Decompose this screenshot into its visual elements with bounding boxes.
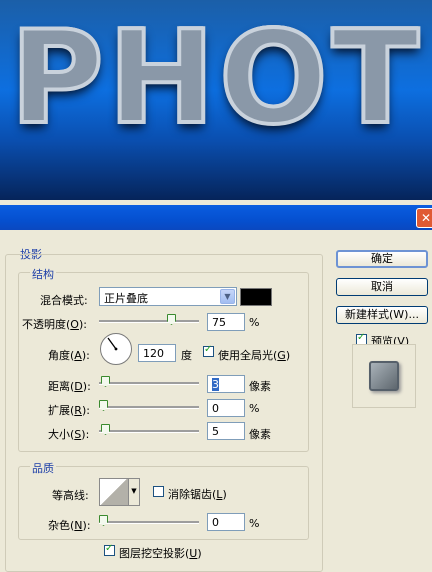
anti-alias-label: 消除锯齿(L) (168, 488, 227, 501)
cancel-button[interactable]: 取消 (336, 278, 428, 296)
distance-slider[interactable] (99, 376, 199, 389)
close-button[interactable]: ✕ (416, 208, 432, 228)
spread-unit: % (249, 402, 260, 415)
shadow-color-swatch[interactable] (240, 288, 272, 306)
size-slider-track (99, 430, 199, 433)
opacity-slider-thumb[interactable] (167, 314, 176, 325)
angle-dial-needle (107, 337, 118, 351)
global-light-label: 使用全局光(G) (218, 349, 291, 362)
anti-alias-checkbox[interactable] (153, 486, 164, 497)
knockout-checkbox[interactable] (104, 543, 115, 556)
ok-button[interactable]: 确定 (336, 250, 428, 268)
contour-label: 等高线: (52, 489, 89, 502)
contour-dropdown-button[interactable]: ▼ (128, 478, 140, 506)
size-unit: 像素 (249, 428, 271, 441)
distance-slider-track (99, 382, 199, 385)
chevron-down-icon: ▼ (220, 289, 235, 304)
size-slider-thumb[interactable] (101, 424, 110, 435)
blend-mode-label: 混合模式: (40, 294, 88, 307)
noise-slider-thumb[interactable] (99, 515, 108, 526)
size-input[interactable]: 5 (207, 422, 245, 440)
structure-title: 结构 (30, 266, 56, 282)
contour-preview[interactable] (99, 478, 129, 506)
distance-unit: 像素 (249, 380, 271, 393)
noise-unit: % (249, 517, 260, 530)
spread-label: 扩展(R): (48, 404, 90, 417)
document-canvas: PHOT (0, 0, 432, 200)
blend-mode-select[interactable]: 正片叠底 ▼ (99, 287, 237, 306)
layer-style-dialog: 投影 结构 混合模式: 正片叠底 ▼ 不透明度(O): 75 % 角度(A): … (0, 230, 432, 572)
knockout-label: 图层挖空投影(U) (119, 547, 202, 560)
distance-slider-thumb[interactable] (101, 376, 110, 387)
spread-input[interactable]: 0 (207, 399, 245, 417)
blend-mode-value: 正片叠底 (104, 292, 148, 305)
canvas-text: PHOT (8, 2, 424, 155)
new-style-button[interactable]: 新建样式(W)... (336, 306, 428, 324)
opacity-unit: % (249, 316, 260, 329)
preview-thumbnail (369, 361, 399, 391)
opacity-slider-track (99, 320, 199, 323)
opacity-label: 不透明度(O): (22, 318, 87, 331)
spread-slider-track (99, 406, 199, 409)
chevron-down-icon: ▼ (131, 487, 137, 495)
noise-label: 杂色(N): (48, 519, 91, 532)
noise-slider-track (99, 521, 199, 524)
distance-input[interactable]: 3 (207, 375, 245, 393)
opacity-slider[interactable] (99, 314, 199, 327)
size-slider[interactable] (99, 424, 199, 437)
opacity-input[interactable]: 75 (207, 313, 245, 331)
style-preview (352, 344, 416, 408)
angle-label: 角度(A): (48, 349, 90, 362)
noise-slider[interactable] (99, 515, 199, 528)
size-label: 大小(S): (48, 428, 90, 441)
noise-input[interactable]: 0 (207, 513, 245, 531)
spread-slider-thumb[interactable] (99, 400, 108, 411)
distance-label: 距离(D): (48, 380, 91, 393)
angle-dial[interactable] (100, 333, 132, 365)
dialog-titlebar[interactable]: ✕ (0, 205, 432, 230)
quality-title: 品质 (30, 460, 56, 476)
global-light-checkbox[interactable] (203, 344, 214, 357)
angle-input[interactable]: 120 (138, 344, 176, 362)
angle-unit: 度 (181, 349, 192, 362)
spread-slider[interactable] (99, 400, 199, 413)
